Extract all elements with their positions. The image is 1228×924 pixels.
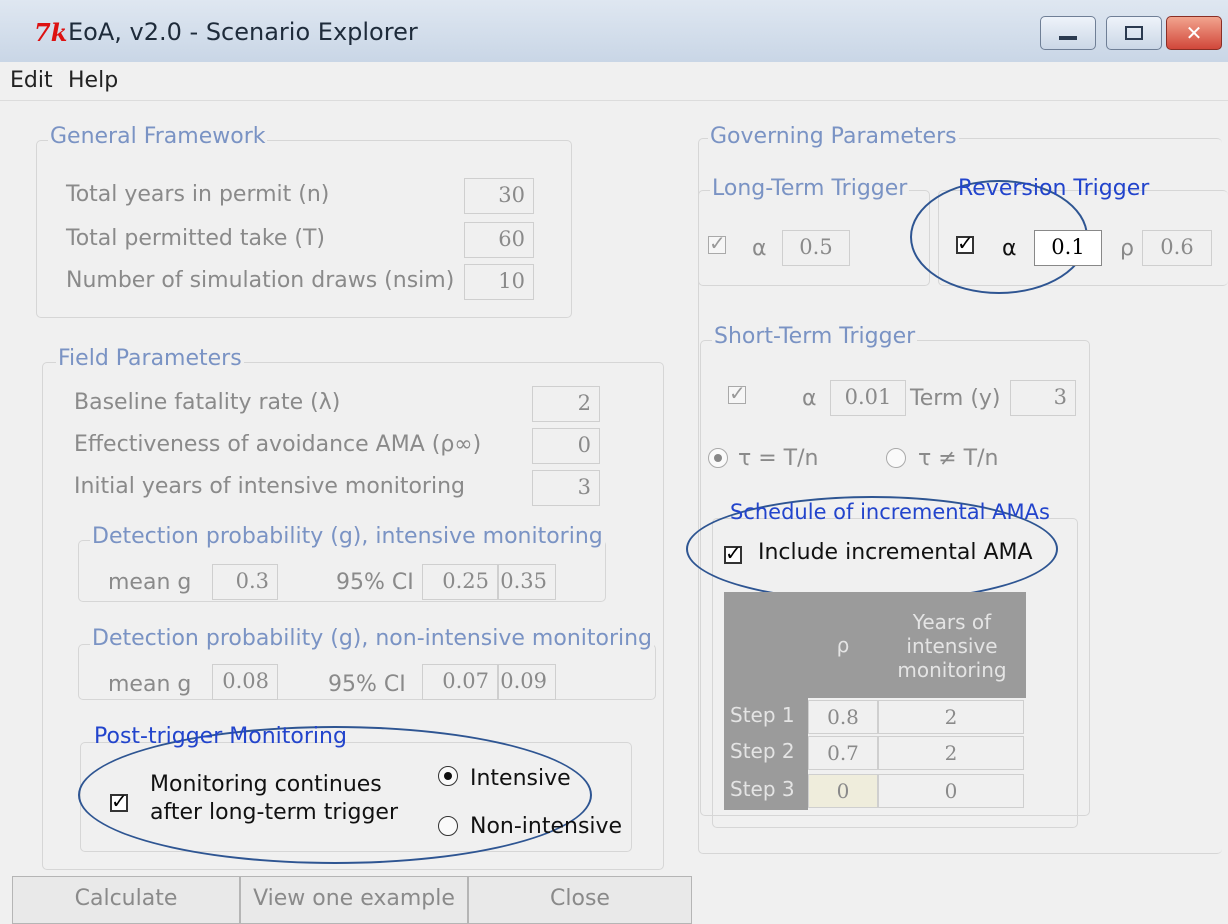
reversion-alpha-field[interactable]: 0.1	[1034, 230, 1102, 266]
nsim-field[interactable]: 10	[464, 264, 534, 300]
schedule-title: Schedule of incremental AMAs	[730, 500, 1050, 524]
table-row-step2-header: Step 2	[724, 734, 808, 772]
avoidance-effectiveness-field[interactable]: 0	[532, 428, 600, 464]
table-row-step3-header: Step 3	[724, 772, 808, 810]
step3-years-cell[interactable]: 0	[878, 774, 1024, 808]
tau-equal-radio[interactable]	[708, 448, 728, 468]
post-trigger-title: Post-trigger Monitoring	[94, 724, 347, 749]
tau-notequal-label: τ ≠ T/n	[918, 446, 999, 471]
table-header-years-line1: Years of	[912, 610, 992, 634]
step1-years-cell[interactable]: 2	[878, 700, 1024, 734]
total-take-field[interactable]: 60	[464, 222, 534, 258]
nonintensive-mean-g-field[interactable]: 0.08	[212, 664, 278, 700]
close-window-button[interactable]: ✕	[1166, 16, 1222, 50]
nonintensive-radio[interactable]	[438, 816, 458, 836]
menu-edit[interactable]: Edit	[10, 68, 53, 93]
reversion-alpha-label: α	[1002, 236, 1017, 261]
long-term-alpha-field[interactable]: 0.5	[782, 230, 850, 266]
step2-rho-cell[interactable]: 0.7	[808, 736, 878, 770]
tau-notequal-radio[interactable]	[886, 448, 906, 468]
baseline-fatality-label: Baseline fatality rate (λ)	[74, 390, 341, 415]
field-parameters-title: Field Parameters	[56, 346, 244, 371]
table-header-corner	[724, 592, 808, 698]
reversion-rho-label: ρ	[1120, 236, 1134, 261]
short-term-alpha-label: α	[802, 386, 817, 411]
nonintensive-ci-label: 95% CI	[328, 672, 406, 697]
title-bar[interactable]: 7k EoA, v2.0 - Scenario Explorer ✕	[0, 0, 1228, 63]
intensive-radio-label: Intensive	[470, 766, 571, 791]
menu-bar: Edit Help	[0, 62, 1228, 101]
nsim-label: Number of simulation draws (nsim)	[66, 268, 455, 293]
step3-rho-cell[interactable]: 0	[808, 774, 878, 808]
short-term-trigger-checkbox[interactable]	[728, 381, 746, 405]
nonintensive-ci-low-field[interactable]: 0.07	[422, 664, 498, 700]
intensive-mean-g-field[interactable]: 0.3	[212, 564, 278, 600]
reversion-trigger-title: Reversion Trigger	[958, 176, 1150, 201]
governing-parameters-title: Governing Parameters	[708, 124, 959, 149]
table-header-years-line2: intensive	[906, 634, 998, 658]
maximize-icon	[1107, 17, 1161, 49]
menu-help[interactable]: Help	[68, 68, 118, 93]
initial-intensive-years-label: Initial years of intensive monitoring	[74, 474, 465, 499]
total-years-field[interactable]: 30	[464, 178, 534, 214]
include-incremental-checkbox[interactable]	[724, 541, 742, 565]
monitoring-continues-label-2: after long-term trigger	[150, 800, 398, 825]
total-take-label: Total permitted take (T)	[66, 226, 326, 251]
initial-intensive-years-field[interactable]: 3	[532, 470, 600, 506]
maximize-button[interactable]	[1106, 16, 1162, 50]
table-header-years-line3: monitoring	[897, 658, 1007, 682]
window-title: EoA, v2.0 - Scenario Explorer	[68, 18, 418, 46]
close-button[interactable]: Close	[468, 876, 692, 924]
long-term-alpha-label: α	[752, 236, 767, 261]
table-header-years: Years of intensive monitoring	[878, 592, 1026, 698]
short-term-trigger-title: Short-Term Trigger	[712, 324, 918, 349]
intensive-radio[interactable]	[438, 766, 458, 786]
minimize-icon	[1041, 17, 1095, 49]
nonintensive-radio-label: Non-intensive	[470, 814, 623, 839]
long-term-trigger-checkbox[interactable]	[708, 231, 726, 255]
minimize-button[interactable]	[1040, 16, 1096, 50]
short-term-alpha-field[interactable]: 0.01	[830, 380, 906, 416]
intensive-ci-low-field[interactable]: 0.25	[422, 564, 498, 600]
tau-equal-label: τ = T/n	[738, 446, 819, 471]
table-row-step1-header: Step 1	[724, 698, 808, 734]
schedule-table: ρ Years of intensive monitoring Step 1 0…	[724, 592, 1026, 810]
step2-years-cell[interactable]: 2	[878, 736, 1024, 770]
nonintensive-mean-g-label: mean g	[108, 672, 192, 697]
avoidance-effectiveness-label: Effectiveness of avoidance AMA (ρ∞)	[74, 432, 482, 457]
total-years-label: Total years in permit (n)	[66, 182, 330, 207]
include-incremental-label: Include incremental AMA	[758, 540, 1033, 565]
tk-app-icon: 7k	[34, 18, 68, 47]
monitoring-continues-checkbox[interactable]	[110, 789, 128, 813]
reversion-rho-field[interactable]: 0.6	[1142, 230, 1212, 266]
monitoring-continues-label-1: Monitoring continues	[150, 772, 382, 797]
detection-nonintensive-title: Detection probability (g), non-intensive…	[90, 626, 655, 651]
short-term-term-field[interactable]: 3	[1010, 380, 1076, 416]
short-term-term-label: Term (y)	[910, 386, 1001, 411]
scenario-explorer-window: 7k EoA, v2.0 - Scenario Explorer ✕ Edit …	[0, 0, 1228, 924]
reversion-trigger-checkbox[interactable]	[956, 231, 974, 255]
long-term-trigger-title: Long-Term Trigger	[710, 176, 910, 201]
intensive-ci-high-field[interactable]: 0.35	[498, 564, 556, 600]
close-icon: ✕	[1185, 21, 1203, 45]
step1-rho-cell[interactable]: 0.8	[808, 700, 878, 734]
nonintensive-ci-high-field[interactable]: 0.09	[498, 664, 556, 700]
calculate-button[interactable]: Calculate	[12, 876, 240, 924]
intensive-mean-g-label: mean g	[108, 570, 192, 595]
intensive-ci-label: 95% CI	[336, 570, 414, 595]
table-header-rho: ρ	[808, 592, 878, 698]
detection-intensive-title: Detection probability (g), intensive mon…	[90, 524, 605, 549]
view-example-button[interactable]: View one example	[240, 876, 468, 924]
general-framework-title: General Framework	[48, 124, 268, 149]
baseline-fatality-field[interactable]: 2	[532, 386, 600, 422]
